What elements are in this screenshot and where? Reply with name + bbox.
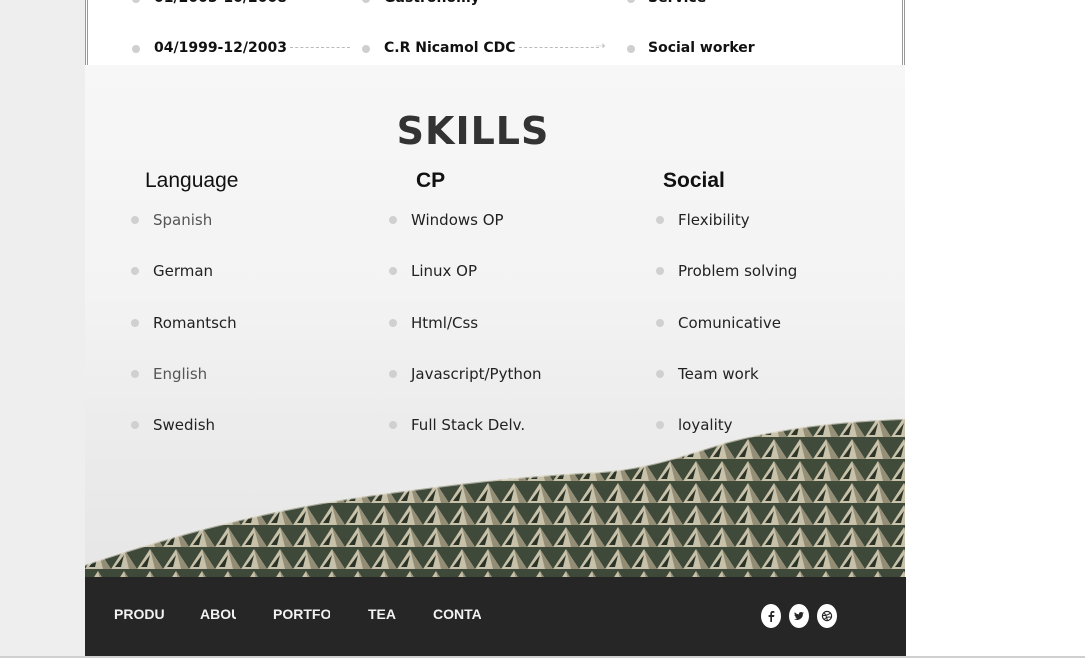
site-footer: PRODUCTS ABOUT PORTFOLIO TEAM CONTACT	[85, 577, 906, 658]
page-background-right	[905, 0, 1085, 658]
timeline-row: 01/2005-10/2008 Gastronomy Service	[88, 0, 902, 8]
page-background-left	[0, 0, 85, 658]
bullet	[389, 319, 397, 327]
bullet	[389, 421, 397, 429]
bullet	[656, 421, 664, 429]
skill-label: Javascript/Python	[411, 365, 542, 383]
skill-label: Team work	[678, 365, 759, 383]
bullet	[389, 267, 397, 275]
bullet	[656, 216, 664, 224]
timeline-bullet	[362, 45, 370, 53]
timeline-bullet	[132, 0, 140, 3]
skill-column-heading-social: Social	[663, 169, 725, 192]
skills-section: SKILLS Language CP Social Spanish German…	[85, 65, 905, 577]
skill-label: Comunicative	[678, 314, 782, 332]
bullet	[389, 216, 397, 224]
bullet	[389, 370, 397, 378]
bullet	[131, 267, 139, 275]
arrow-right-icon: ➝	[595, 39, 606, 54]
timeline-role: Service	[648, 0, 706, 8]
skill-label: loyality	[678, 416, 733, 434]
experience-timeline: 01/2005-10/2008 Gastronomy Service 04/19…	[85, 0, 905, 65]
footer-nav-contact[interactable]: CONTACT	[433, 605, 481, 623]
skill-label: Html/Css	[411, 314, 479, 332]
dribbble-icon[interactable]	[817, 604, 837, 628]
timeline-role: Social worker	[648, 40, 755, 56]
timeline-connector	[519, 47, 599, 48]
timeline-company: C.R Nicamol CDC	[384, 40, 516, 56]
bullet	[131, 370, 139, 378]
skills-title: SKILLS	[396, 109, 550, 153]
timeline-bullet	[362, 0, 370, 3]
timeline-period: 01/2005-10/2008	[154, 0, 287, 8]
bullet	[656, 370, 664, 378]
facebook-icon[interactable]	[761, 604, 781, 628]
timeline-company: Gastronomy	[384, 0, 480, 8]
timeline-bullet	[132, 45, 140, 53]
bullet	[656, 267, 664, 275]
skill-column-heading-cp: CP	[416, 169, 446, 192]
bullet	[131, 216, 139, 224]
bullet	[656, 319, 664, 327]
skill-label: English	[153, 365, 208, 383]
timeline-period: 04/1999-12/2003	[154, 40, 287, 56]
skill-label: German	[153, 262, 214, 280]
skill-label: Problem solving	[678, 262, 798, 280]
skill-label: Linux OP	[411, 262, 478, 280]
bullet	[131, 319, 139, 327]
bullet	[131, 421, 139, 429]
skill-label: Windows OP	[411, 211, 504, 229]
skill-label: Flexibility	[678, 211, 750, 229]
skill-column-heading-language: Language	[145, 169, 239, 192]
skill-label: Full Stack Delv.	[411, 416, 526, 434]
timeline-connector	[290, 47, 350, 48]
footer-nav-portfolio[interactable]: PORTFOLIO	[273, 605, 330, 623]
footer-nav-team[interactable]: TEAM	[368, 605, 396, 623]
footer-nav-about[interactable]: ABOUT	[200, 605, 236, 623]
architecture-background-image	[85, 418, 905, 577]
skill-label: Swedish	[153, 416, 216, 434]
timeline-bullet	[627, 0, 635, 3]
twitter-icon[interactable]	[789, 604, 809, 628]
timeline-row: 04/1999-12/2003 C.R Nicamol CDC ➝ Social…	[88, 38, 902, 58]
skill-label: Spanish	[153, 211, 213, 229]
footer-nav-products[interactable]: PRODUCTS	[114, 605, 164, 623]
skill-label: Romantsch	[153, 314, 237, 332]
timeline-bullet	[627, 45, 635, 53]
